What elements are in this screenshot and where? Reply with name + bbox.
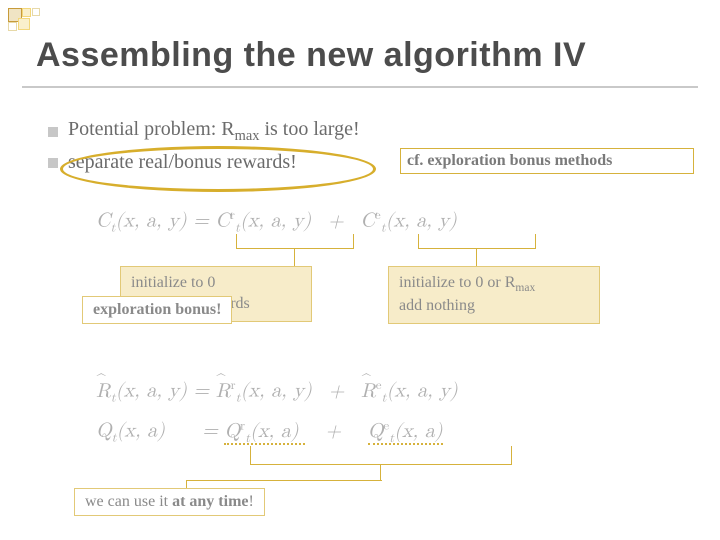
- eq-q-sym: Q: [96, 421, 112, 441]
- callout-left-overlay: exploration bonus!: [82, 296, 232, 324]
- eq-sup-r: r: [240, 419, 245, 432]
- cf-note-box: cf. exploration bonus methods: [400, 148, 694, 174]
- bullet-list: Potential problem: Rmax is too large! se…: [48, 118, 360, 180]
- eq-c-sym: C: [96, 211, 110, 231]
- callout-left-l1: initialize to 0: [131, 273, 301, 294]
- callout-right-l1-pre: initialize to 0 or R: [399, 274, 515, 291]
- eq-plus: +: [318, 209, 354, 233]
- eq-c-sym: C: [215, 211, 229, 231]
- bullet-1-sub: max: [235, 128, 260, 144]
- connector-left: [294, 248, 295, 266]
- eq-equals: =: [194, 381, 216, 401]
- callout-right: initialize to 0 or Rmax add nothing: [388, 266, 600, 324]
- anytime-post: !: [249, 493, 254, 510]
- anytime-bold: at any time: [172, 493, 248, 510]
- eq-equals: =: [202, 421, 224, 441]
- anytime-pre: we can use it: [85, 493, 172, 510]
- eq-args: (x, a, y): [116, 381, 187, 401]
- corner-decoration: [8, 8, 48, 38]
- callout-right-l1: initialize to 0 or Rmax: [399, 273, 589, 296]
- q-r-term: Qrt(x, a): [224, 421, 305, 445]
- slide-title: Assembling the new algorithm IV: [36, 36, 586, 75]
- callout-right-l2: add nothing: [399, 296, 589, 317]
- bracket-left: [236, 234, 354, 249]
- callout-right-l1-sub: max: [515, 282, 535, 294]
- eq-args: (x, a, y): [386, 211, 457, 231]
- anytime-note: we can use it at any time!: [74, 488, 265, 516]
- eq-sup-r: r: [230, 209, 235, 222]
- eq-r-sym: R: [216, 381, 231, 401]
- eq-q-sym: Q: [368, 421, 384, 441]
- bullet-1: Potential problem: Rmax is too large!: [48, 118, 360, 145]
- eq-r-sym: R: [361, 381, 376, 401]
- eq-args: (x, a, y): [240, 211, 311, 231]
- bullet-icon: [48, 127, 58, 137]
- eq-args: (x, a): [250, 421, 298, 441]
- bullet-1-post: is too large!: [259, 118, 359, 140]
- eq-args: (x, a): [117, 421, 165, 441]
- title-underline: [22, 86, 698, 88]
- eq-args: (x, a, y): [241, 381, 312, 401]
- eq-q-sym: Q: [224, 421, 240, 441]
- eq-plus: +: [305, 419, 361, 443]
- connector-q: [380, 464, 381, 480]
- bullet-icon: [48, 158, 58, 168]
- eq-sup-e: e: [375, 209, 381, 222]
- eq-args: (x, a): [394, 421, 442, 441]
- eq-args: (x, a, y): [116, 211, 187, 231]
- eq-r-sym: R: [96, 381, 111, 401]
- eq-sup-r: r: [230, 379, 235, 392]
- eq-q-row: Qt(x, a) = Qrt(x, a) + Qet(x, a): [96, 418, 443, 447]
- bullet-2-text: separate real/bonus rewards!: [68, 151, 297, 174]
- eq-sup-e: e: [383, 419, 389, 432]
- bullet-2: separate real/bonus rewards!: [48, 151, 360, 174]
- eq-args: (x, a, y): [387, 381, 458, 401]
- eq-plus: +: [318, 379, 354, 403]
- eq-c-row: Ct(x, a, y) = Crt(x, a, y) + Cet(x, a, y…: [96, 208, 457, 237]
- eq-r-row: Rt(x, a, y) = Rrt(x, a, y) + Ret(x, a, y…: [96, 378, 458, 407]
- eq-sup-e: e: [376, 379, 382, 392]
- q-e-term: Qet(x, a): [368, 421, 443, 445]
- eq-equals: =: [193, 211, 215, 231]
- eq-c-sym: C: [360, 211, 374, 231]
- connector-right: [476, 248, 477, 266]
- connector-q-h: [186, 480, 382, 481]
- bracket-q: [250, 446, 512, 465]
- bracket-right: [418, 234, 536, 249]
- bullet-1-pre: Potential problem: R: [68, 118, 235, 140]
